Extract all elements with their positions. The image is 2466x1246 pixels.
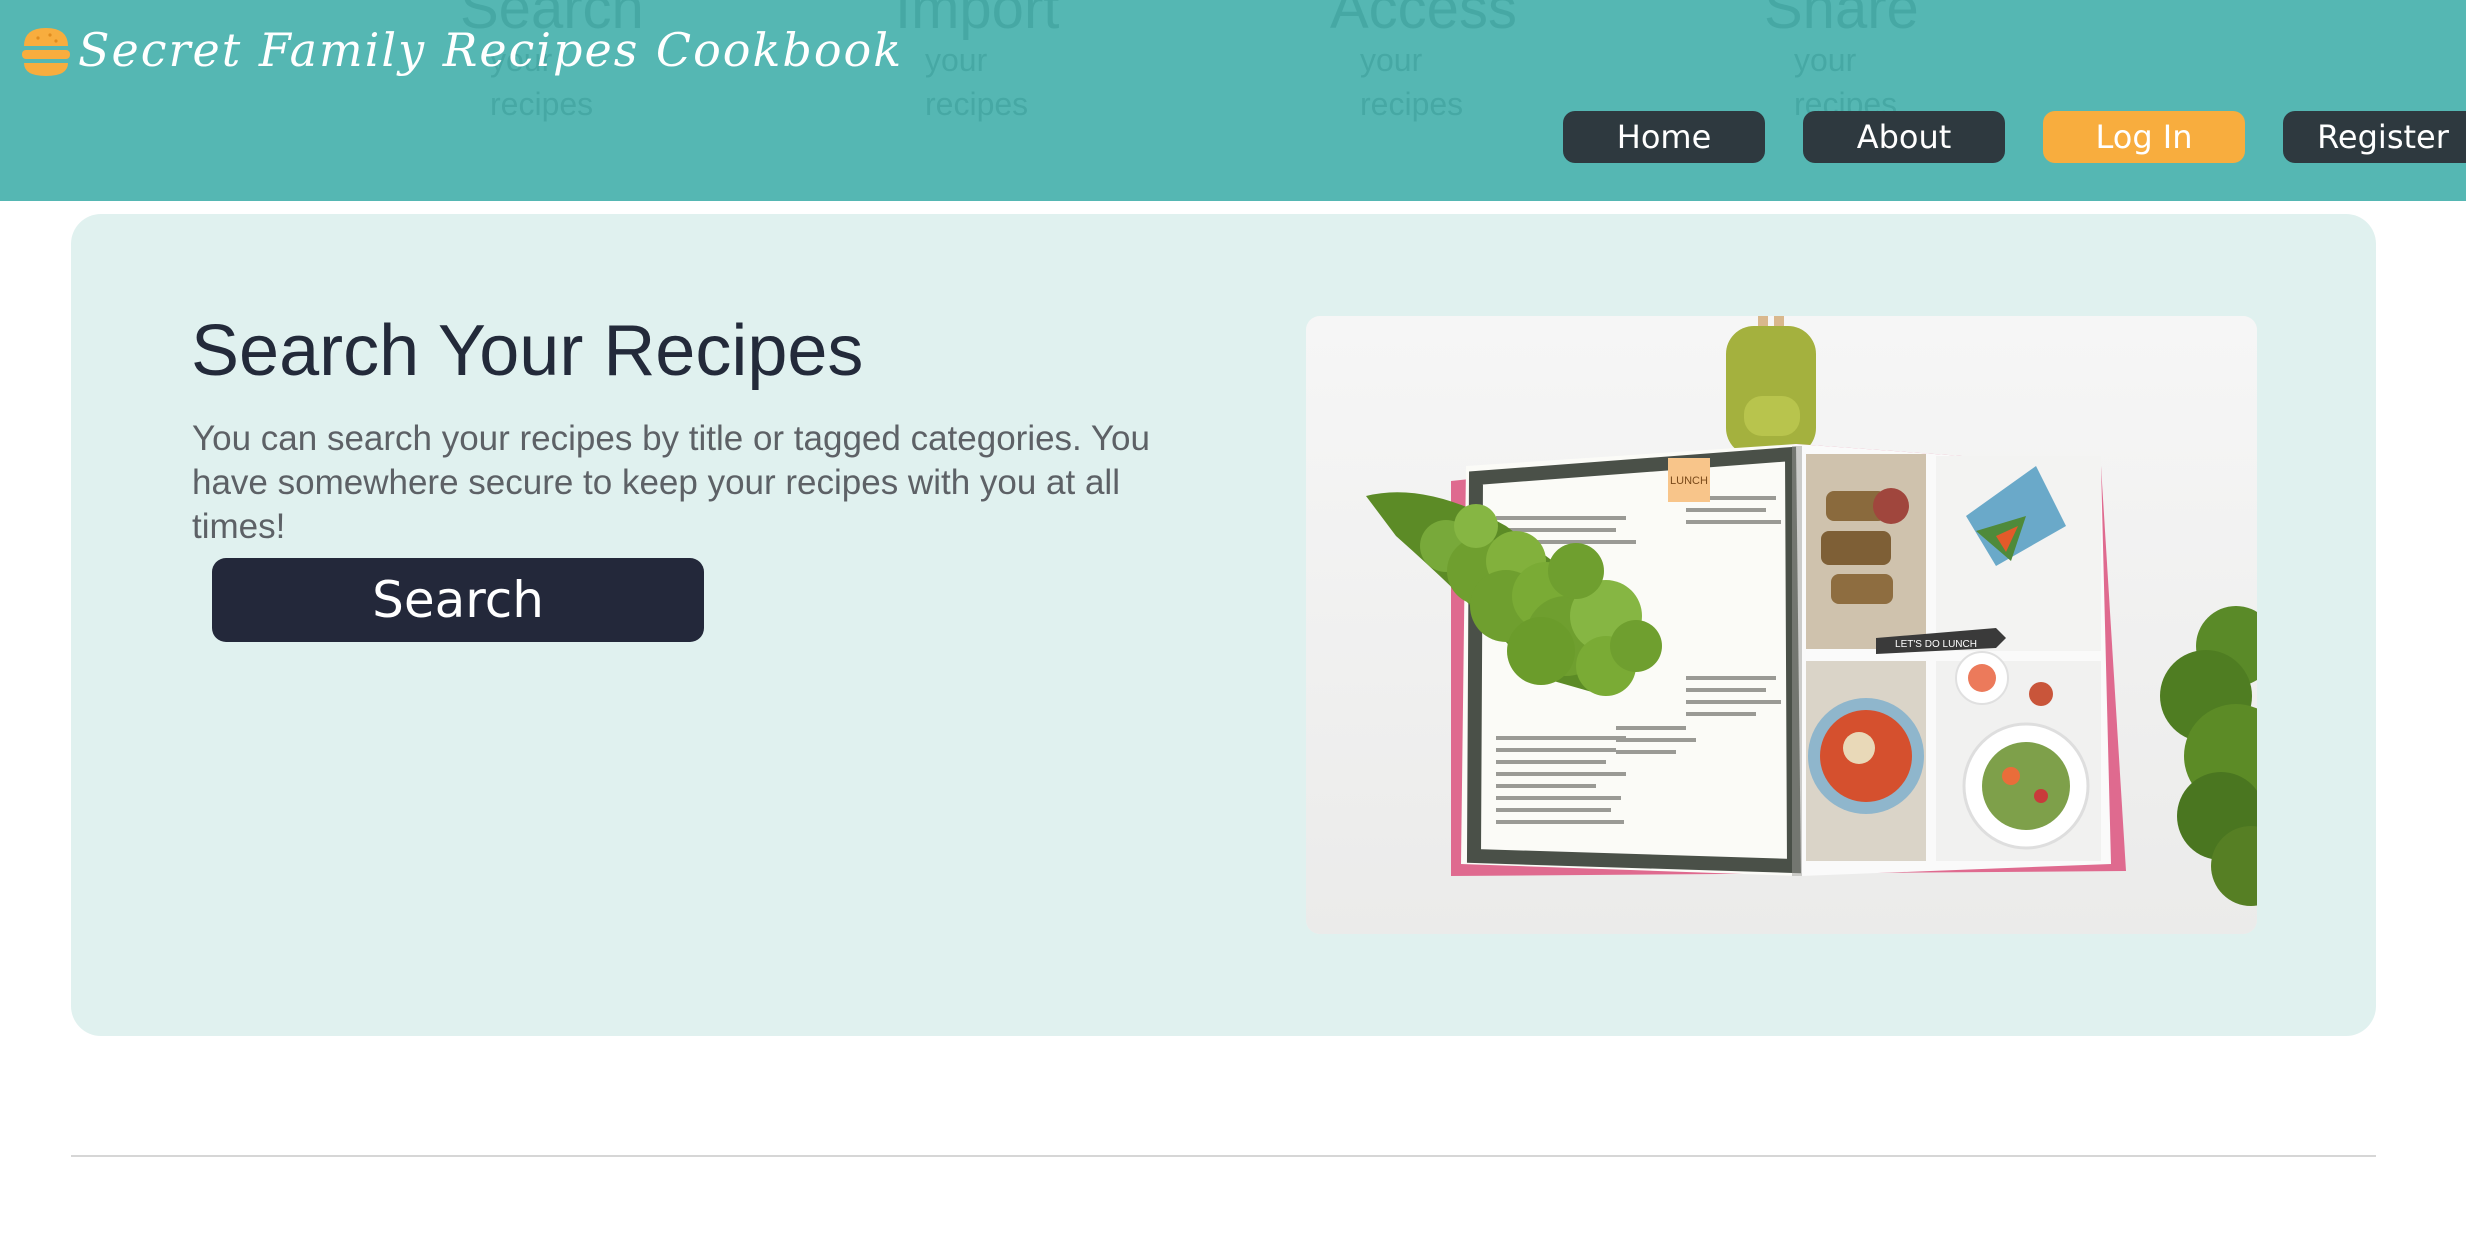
nav-register-button[interactable]: Register bbox=[2283, 111, 2466, 163]
site-title: Secret Family Recipes Cookbook bbox=[78, 23, 904, 77]
feature-subtext: your recipes bbox=[925, 42, 1029, 122]
brand[interactable]: Secret Family Recipes Cookbook bbox=[20, 18, 903, 82]
feature-access: Access your recipes bbox=[1330, 0, 1517, 126]
lets-do-lunch-label: LET'S DO LUNCH bbox=[1895, 639, 1977, 650]
nav-login-button[interactable]: Log In bbox=[2043, 111, 2245, 163]
nav-home-button[interactable]: Home bbox=[1563, 111, 1765, 163]
hero-title: Search Your Recipes bbox=[191, 311, 864, 391]
search-button[interactable]: Search bbox=[212, 558, 704, 642]
feature-heading: Import bbox=[895, 0, 1060, 41]
footer-divider bbox=[71, 1155, 2376, 1157]
hero-description: You can search your recipes by title or … bbox=[192, 419, 1150, 546]
feature-import: Import your recipes bbox=[895, 0, 1059, 126]
cookbook-photo: LUNCH LET'S DO LUNCH bbox=[1306, 316, 2257, 934]
feature-share: Share your recipes bbox=[1764, 0, 1919, 126]
feature-heading: Access bbox=[1330, 0, 1517, 41]
burger-icon bbox=[20, 22, 72, 82]
feature-heading: Share bbox=[1764, 0, 1919, 41]
hero-card: Search Your Recipes You can search your … bbox=[71, 214, 2376, 1036]
site-header: Search your recipes Import your recipes … bbox=[0, 0, 2466, 201]
feature-subtext: your recipes bbox=[1360, 42, 1464, 122]
lunch-label: LUNCH bbox=[1670, 475, 1708, 487]
nav-about-button[interactable]: About bbox=[1803, 111, 2005, 163]
main-nav: Home About Log In Register bbox=[1563, 111, 2466, 163]
